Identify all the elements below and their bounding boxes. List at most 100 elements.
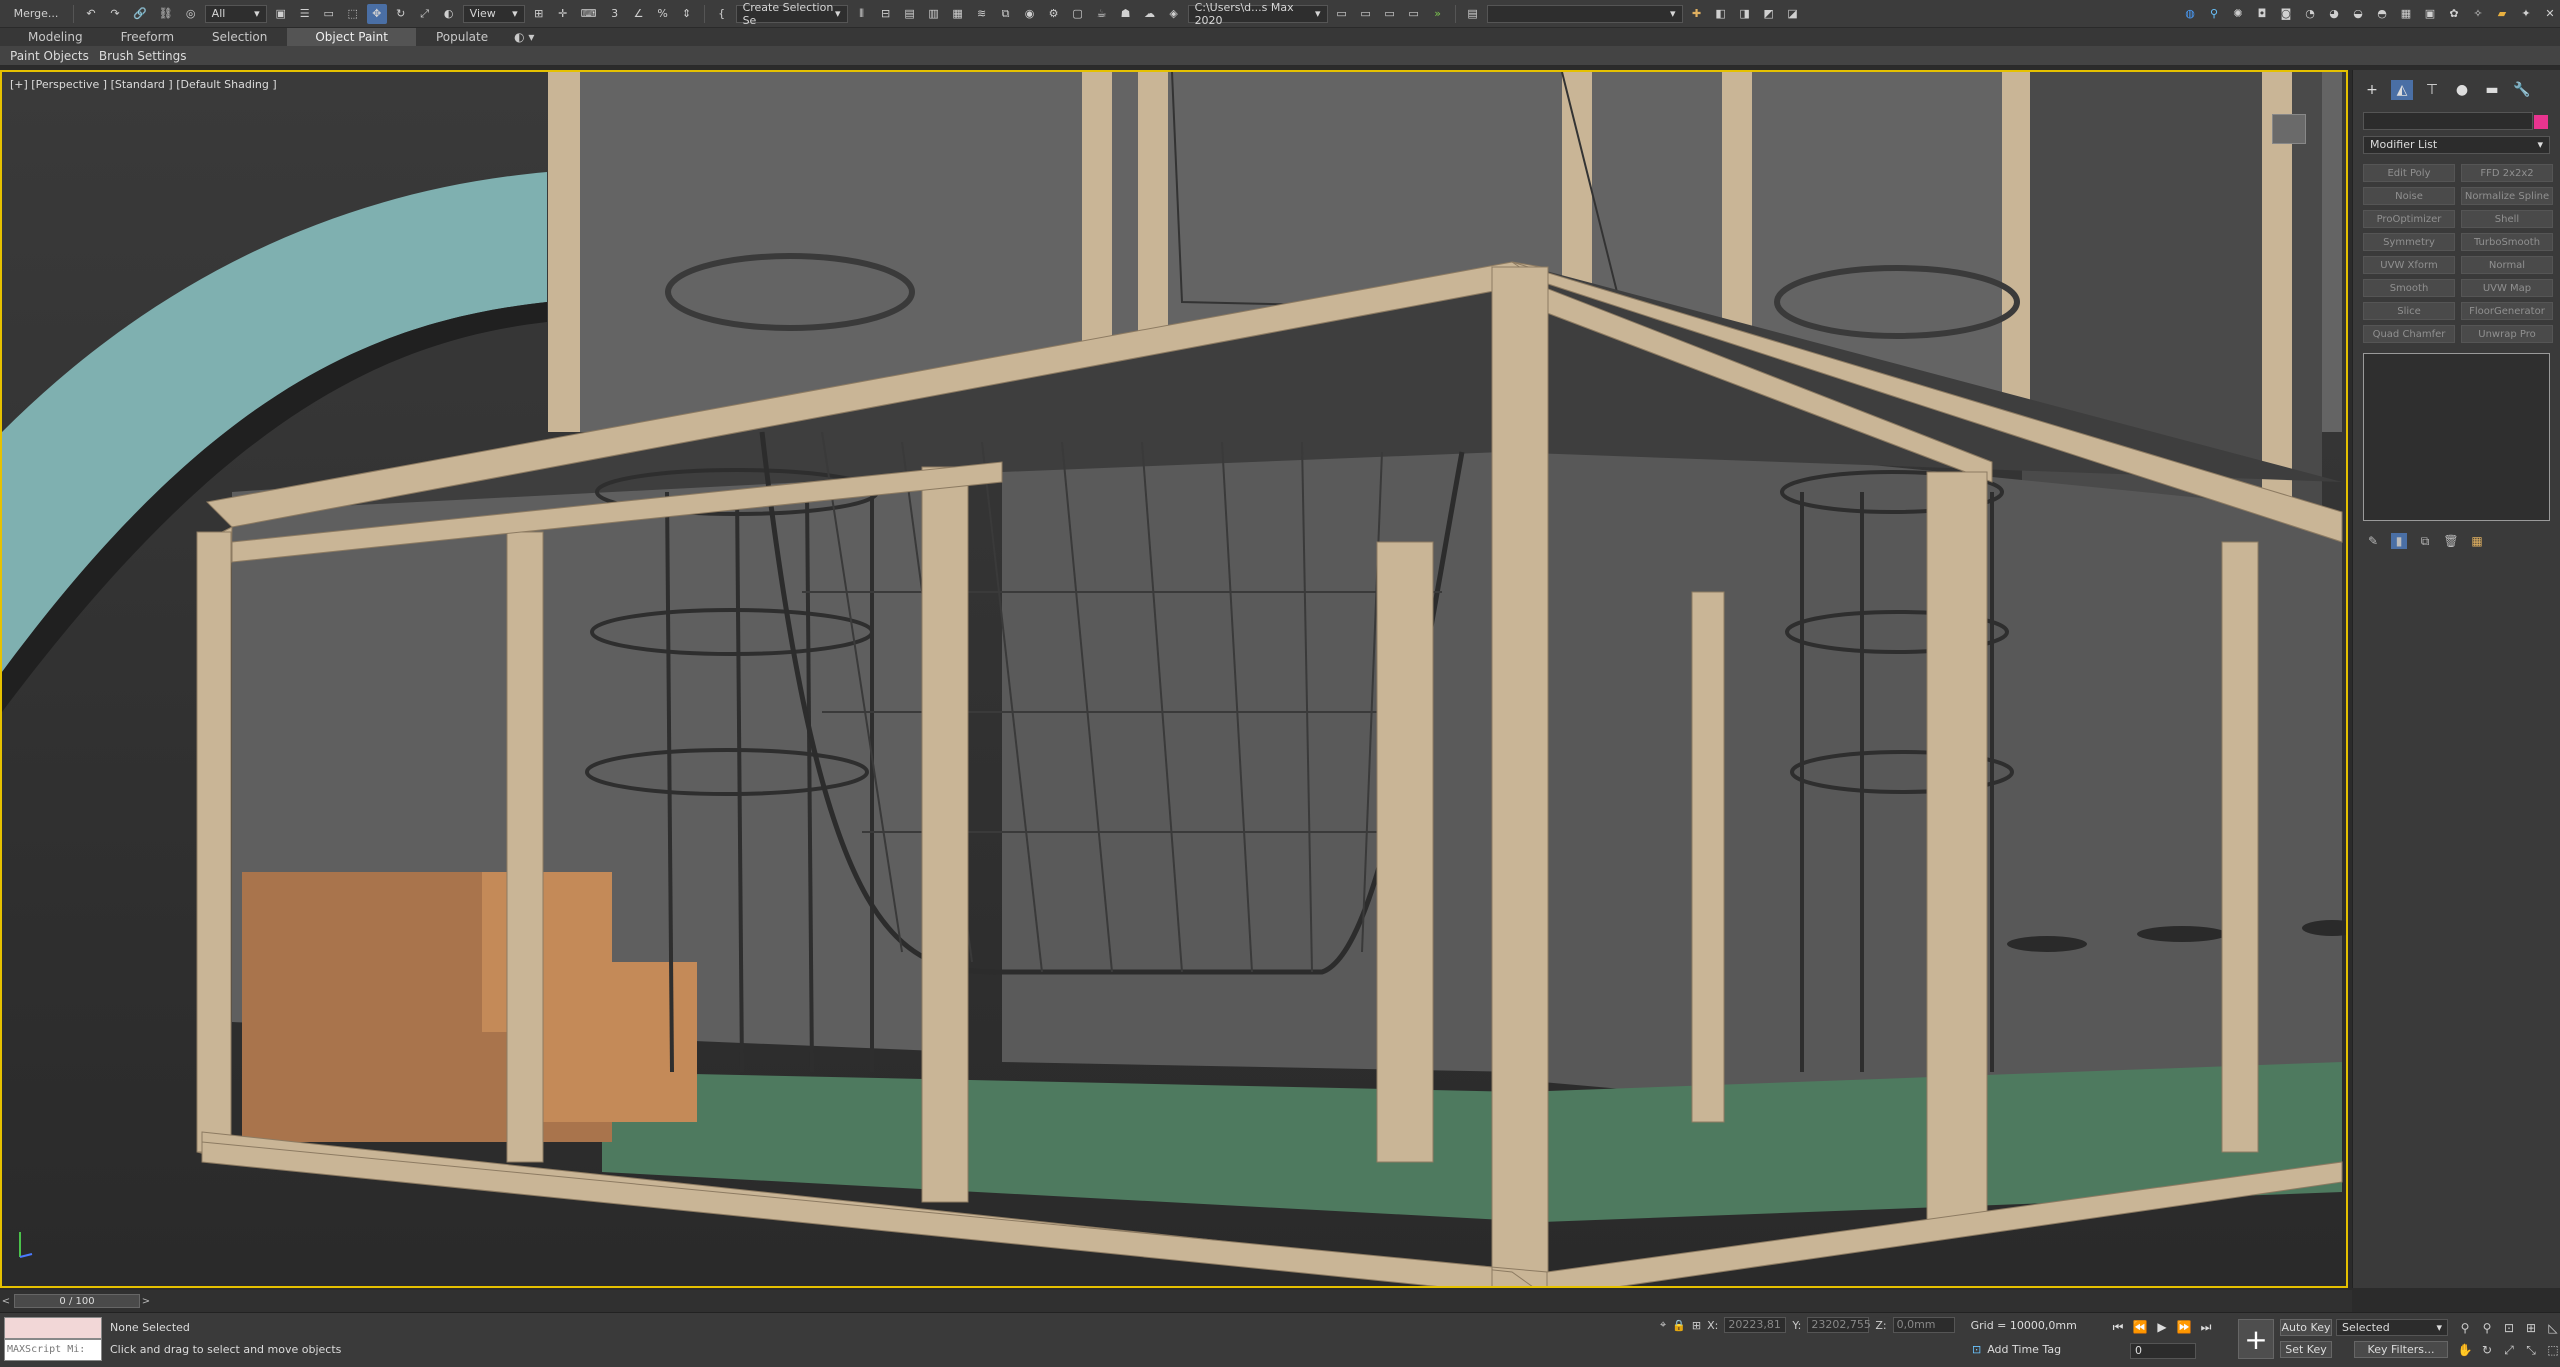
helper-icon[interactable]: ◙ xyxy=(2276,4,2296,24)
add-time-tag[interactable]: ⊡ Add Time Tag xyxy=(1972,1343,2061,1356)
prev-frame-icon[interactable]: < xyxy=(0,1294,12,1308)
geometry-icon[interactable]: ◕ xyxy=(2324,4,2344,24)
previous-frame-icon[interactable]: ⏪ xyxy=(2132,1319,2148,1335)
go-to-start-icon[interactable]: ⏮ xyxy=(2110,1319,2126,1335)
y-coordinate-field[interactable]: 23202,755 xyxy=(1807,1317,1871,1333)
set-key-button[interactable]: Set Key xyxy=(2280,1341,2332,1358)
absolute-mode-icon[interactable]: ⊞ xyxy=(1692,1319,1701,1332)
plugin-tool-icon[interactable]: ◪ xyxy=(1783,4,1803,24)
walkthrough-icon[interactable]: ⤡ xyxy=(2522,1341,2540,1359)
toggle-scene-explorer-icon[interactable]: ▤ xyxy=(900,4,920,24)
maxscript-output[interactable] xyxy=(4,1317,102,1339)
open-project-icon[interactable]: ▭ xyxy=(1332,4,1352,24)
maxscript-input[interactable]: MAXScript Mi: xyxy=(4,1339,102,1361)
modifier-button[interactable]: Normalize Spline xyxy=(2461,187,2553,205)
redo-icon[interactable]: ↷ xyxy=(105,4,125,24)
rect-selection-icon[interactable]: ▭ xyxy=(319,4,339,24)
tab-selection[interactable]: Selection xyxy=(194,28,285,46)
angle-snap-icon[interactable]: ∠ xyxy=(629,4,649,24)
next-frame-icon[interactable]: > xyxy=(140,1294,152,1308)
workspace-dropdown[interactable]: ▾ xyxy=(1486,4,1683,23)
go-to-end-icon[interactable]: ⏭ xyxy=(2198,1319,2214,1335)
orbit-icon[interactable]: ↻ xyxy=(2478,1341,2496,1359)
edit-named-selection-icon[interactable]: { xyxy=(712,4,732,24)
zoom-extents-all-icon[interactable]: ⊞ xyxy=(2522,1319,2540,1337)
time-slider[interactable]: 0 / 100 xyxy=(14,1294,140,1308)
modifier-button[interactable]: Symmetry xyxy=(2363,233,2455,251)
z-coordinate-field[interactable]: 0,0mm xyxy=(1892,1317,1955,1333)
grid-icon[interactable]: ▦ xyxy=(2396,4,2416,24)
workspace-icon[interactable]: ▤ xyxy=(1463,4,1483,24)
modifier-button[interactable]: Smooth xyxy=(2363,279,2455,297)
field-of-view-icon[interactable]: ◺ xyxy=(2544,1319,2560,1337)
mirror-icon[interactable]: ⫴ xyxy=(852,4,872,24)
viewcube[interactable] xyxy=(2272,114,2306,144)
display-tab-icon[interactable]: ▬ xyxy=(2481,80,2503,100)
project-path-dropdown[interactable]: C:\Users\d...s Max 2020 ▾ xyxy=(1187,1,1328,27)
a360-gallery-icon[interactable]: ◈ xyxy=(1164,4,1184,24)
modifier-button[interactable]: ProOptimizer xyxy=(2363,210,2455,228)
tab-populate[interactable]: Populate xyxy=(418,28,506,46)
modifier-button[interactable]: Quad Chamfer xyxy=(2363,325,2455,343)
render-effects-icon[interactable]: ✿ xyxy=(2444,4,2464,24)
lamp-icon[interactable]: ⚲ xyxy=(2204,4,2224,24)
close-icon[interactable]: ✕ xyxy=(2540,4,2560,24)
modifier-button[interactable]: Unwrap Pro xyxy=(2461,325,2553,343)
tab-modeling[interactable]: Modeling xyxy=(10,28,101,46)
zoom-all-icon[interactable]: ⚲ xyxy=(2478,1319,2496,1337)
material-editor-icon[interactable]: ◉ xyxy=(1020,4,1040,24)
tab-freeform[interactable]: Freeform xyxy=(103,28,192,46)
script-tool-icon[interactable]: ✚ xyxy=(1687,4,1707,24)
folder-icon[interactable]: ▰ xyxy=(2492,4,2512,24)
remove-modifier-icon[interactable]: 🗑 xyxy=(2443,533,2459,549)
pivot-center-icon[interactable]: ⊞ xyxy=(529,4,549,24)
modifier-button[interactable]: TurboSmooth xyxy=(2461,233,2553,251)
set-project-icon[interactable]: ▭ xyxy=(1380,4,1400,24)
current-frame-field[interactable]: 0 xyxy=(2130,1343,2196,1359)
lock-selection-icon[interactable]: 🔒 xyxy=(1672,1319,1686,1332)
plugin-tool-icon[interactable]: ◨ xyxy=(1735,4,1755,24)
object-name-field[interactable] xyxy=(2363,112,2548,130)
ribbon-options-icon[interactable]: ◐ ▾ xyxy=(508,28,540,46)
auto-key-button[interactable]: Auto Key xyxy=(2280,1319,2332,1336)
paint-objects-button[interactable]: Paint Objects xyxy=(10,49,89,63)
project-folder-icon[interactable]: ▭ xyxy=(1356,4,1376,24)
select-by-name-icon[interactable]: ☰ xyxy=(295,4,315,24)
keyboard-shortcut-icon[interactable]: ⌨ xyxy=(577,4,601,24)
unlink-icon[interactable]: ⛓ xyxy=(155,4,177,24)
render-iterative-icon[interactable]: ☗ xyxy=(1116,4,1136,24)
utilities-tab-icon[interactable]: 🔧 xyxy=(2511,80,2533,100)
display-icon[interactable]: ▣ xyxy=(2420,4,2440,24)
light-bulb-icon[interactable]: ✧ xyxy=(2468,4,2488,24)
maxscript-listener[interactable]: MAXScript Mi: xyxy=(4,1317,102,1363)
toggle-layer-explorer-icon[interactable]: ▥ xyxy=(924,4,944,24)
next-frame-icon[interactable]: ⏩ xyxy=(2176,1319,2192,1335)
select-manipulate-icon[interactable]: ✛ xyxy=(553,4,573,24)
modifier-button[interactable]: UVW Map xyxy=(2461,279,2553,297)
window-crossing-icon[interactable]: ⬚ xyxy=(343,4,363,24)
zoom-icon[interactable]: ⚲ xyxy=(2456,1319,2474,1337)
key-filters-button[interactable]: Key Filters... xyxy=(2354,1341,2448,1358)
show-end-result-icon[interactable]: ▮ xyxy=(2391,533,2407,549)
merge-button[interactable]: Merge... xyxy=(6,4,66,24)
create-tab-icon[interactable]: + xyxy=(2361,80,2383,100)
render-production-icon[interactable]: ☕ xyxy=(1092,4,1112,24)
space-warp-icon[interactable]: ◓ xyxy=(2372,4,2392,24)
x-coordinate-field[interactable]: 20223,81 xyxy=(1724,1317,1787,1333)
pan-icon[interactable]: ✋ xyxy=(2456,1341,2474,1359)
shape-icon[interactable]: ◔ xyxy=(2300,4,2320,24)
rendered-frame-window-icon[interactable]: ▢ xyxy=(1068,4,1088,24)
autodesk-icon[interactable]: ◍ xyxy=(2180,4,2200,24)
object-color-swatch[interactable] xyxy=(2534,115,2548,129)
play-icon[interactable]: ▶ xyxy=(2154,1319,2170,1335)
project-settings-icon[interactable]: ▭ xyxy=(1404,4,1424,24)
camera-icon[interactable]: ◘ xyxy=(2252,4,2272,24)
align-icon[interactable]: ⊟ xyxy=(876,4,896,24)
region-zoom-icon[interactable]: ⬚ xyxy=(2544,1341,2560,1359)
make-unique-icon[interactable]: ⧉ xyxy=(2417,533,2433,549)
modifier-button[interactable]: Edit Poly xyxy=(2363,164,2455,182)
brush-settings-button[interactable]: Brush Settings xyxy=(99,49,187,63)
tab-object-paint[interactable]: Object Paint xyxy=(287,28,416,46)
modify-tab-icon[interactable]: ◭ xyxy=(2391,80,2413,100)
modifier-button[interactable]: Normal xyxy=(2461,256,2553,274)
